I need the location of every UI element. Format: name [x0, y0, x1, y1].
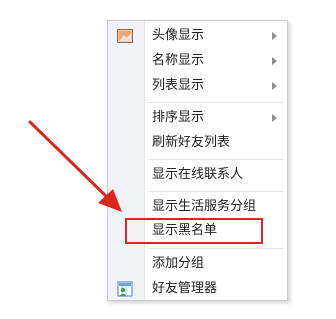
annotation-arrow-icon	[28, 120, 122, 212]
